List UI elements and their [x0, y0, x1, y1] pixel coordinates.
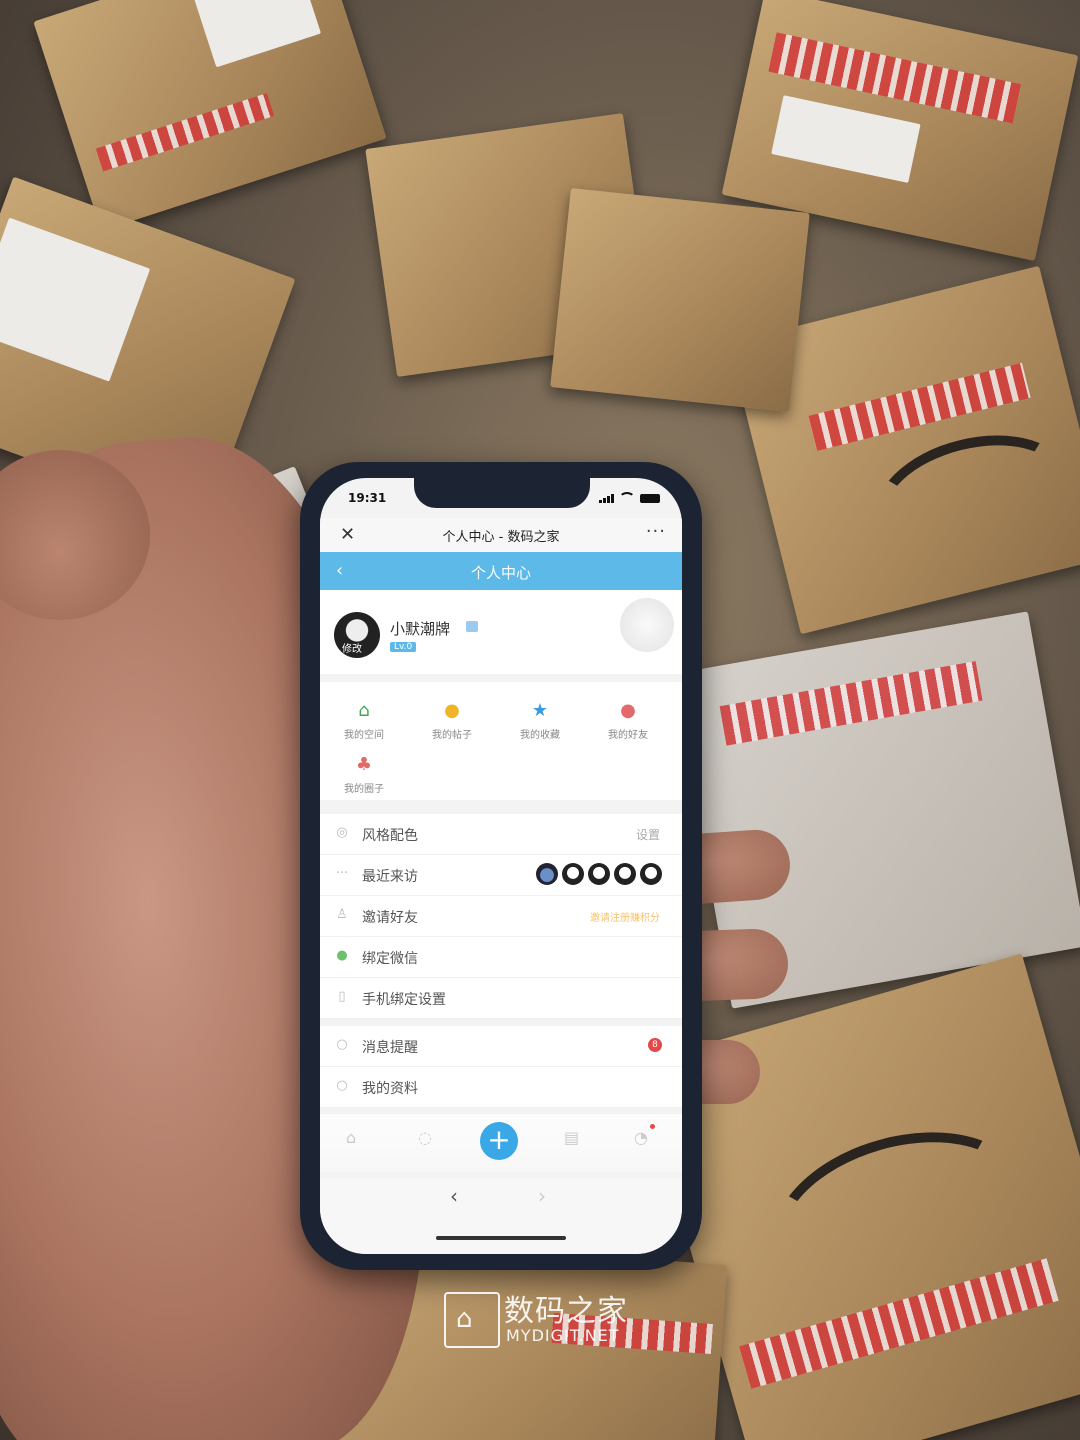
grid-item-posts[interactable]: ● 我的帖子 [408, 700, 496, 741]
list-item-profile[interactable]: ○ 我的资料 [320, 1067, 682, 1108]
list-item-theme[interactable]: ◎ 风格配色 设置 [320, 814, 682, 855]
tab-forum-icon[interactable]: ◌ [418, 1128, 432, 1147]
vip-icon [466, 621, 478, 632]
palette-icon: ◎ [336, 825, 348, 840]
battery-icon [640, 494, 660, 503]
wechat-nav-bar: ✕ 个人中心 - 数码之家 ··· [320, 518, 682, 552]
post-button[interactable]: + [480, 1122, 518, 1160]
chat-icon: ● [444, 700, 460, 721]
bell-icon: ○ [336, 1037, 348, 1052]
page-header: ‹ 个人中心 [320, 552, 682, 590]
profile-icon: ○ [336, 1078, 348, 1093]
home-icon: ⌂ [358, 700, 370, 721]
parcel-box [550, 188, 810, 412]
invite-hint: 邀请注册赚积分 [590, 913, 660, 924]
wechat-title: 个人中心 - 数码之家 [442, 530, 560, 545]
list-item-wechat[interactable]: ● 绑定微信 [320, 937, 682, 978]
tab-me-icon[interactable]: ◔ [634, 1128, 648, 1147]
watermark-en: MYDIGIT.NET [506, 1326, 620, 1345]
grid-label: 我的收藏 [520, 730, 560, 741]
list-item-visitors[interactable]: ··· 最近来访 [320, 855, 682, 896]
avatar[interactable] [614, 863, 636, 885]
wechat-icon: ● [336, 948, 348, 963]
list-label: 最近来访 [362, 869, 418, 885]
browser-forward-icon[interactable]: › [538, 1184, 546, 1208]
avatar[interactable] [536, 863, 558, 885]
username: 小默潮牌 [390, 620, 451, 638]
shortcut-grid: ⌂ 我的空间 ● 我的帖子 ★ 我的收藏 ● 我的好友 ♣ 我的圈子 [320, 682, 682, 800]
list-label: 风格配色 [362, 828, 418, 844]
avatar[interactable] [640, 863, 662, 885]
more-icon[interactable]: ··· [646, 521, 666, 542]
visitor-avatars [536, 863, 662, 885]
browser-back-icon[interactable]: ‹ [450, 1184, 458, 1208]
tab-badge-dot [650, 1124, 655, 1129]
grid-item-space[interactable]: ⌂ 我的空间 [320, 700, 408, 741]
group-icon: ♣ [355, 754, 373, 775]
grid-label: 我的空间 [344, 730, 384, 741]
browser-nav: ‹ › [320, 1178, 682, 1254]
list-label: 绑定微信 [362, 951, 418, 967]
grid-item-favorites[interactable]: ★ 我的收藏 [496, 700, 584, 741]
parcel-box [33, 0, 387, 231]
status-bar: 19:31 [320, 488, 682, 510]
list-label: 消息提醒 [362, 1040, 418, 1056]
list-item-notifications[interactable]: ○ 消息提醒 8 [320, 1026, 682, 1067]
signal-icon [599, 494, 614, 503]
grid-item-friends[interactable]: ● 我的好友 [584, 700, 672, 741]
list-item-invite[interactable]: ♙ 邀请好友 邀请注册赚积分 [320, 896, 682, 937]
watermark-logo-icon: ⌂ [444, 1292, 500, 1348]
level-badge: Lv.0 [390, 642, 417, 652]
settings-list-2: ○ 消息提醒 8 ○ 我的资料 [320, 1026, 682, 1108]
page-title: 个人中心 [470, 564, 531, 582]
user-icon: ♙ [336, 907, 348, 922]
watermark-cn: 数码之家 [504, 1294, 628, 1329]
grid-label: 我的好友 [608, 730, 648, 741]
wifi-icon [619, 492, 635, 505]
avatar[interactable] [588, 863, 610, 885]
visitor-icon: ··· [335, 866, 349, 881]
avatar-edit-label[interactable]: 修改 [342, 640, 362, 655]
list-value: 设置 [635, 828, 660, 842]
phone-screen: 19:31 ✕ 个人中心 - 数码之家 ··· ‹ 个人中心 修改 小默潮牌 L… [320, 478, 682, 1254]
list-label: 我的资料 [362, 1081, 418, 1097]
status-time: 19:31 [348, 491, 387, 505]
list-label: 手机绑定设置 [362, 992, 446, 1008]
grid-label: 我的圈子 [344, 784, 384, 795]
grid-item-circles[interactable]: ♣ 我的圈子 [320, 754, 408, 795]
friend-icon: ● [620, 700, 636, 721]
phone-icon: ▯ [338, 989, 346, 1004]
list-item-phone[interactable]: ▯ 手机绑定设置 [320, 978, 682, 1019]
tab-list-icon[interactable]: ▤ [564, 1128, 579, 1147]
settings-list: ◎ 风格配色 设置 ··· 最近来访 ♙ 邀请好友 邀请注册赚积分 ● 绑定微信 [320, 814, 682, 1019]
tab-home-icon[interactable]: ⌂ [346, 1128, 356, 1147]
settings-circle[interactable] [620, 598, 674, 652]
grid-label: 我的帖子 [432, 730, 472, 741]
tab-bar: ⌂ ◌ + ▤ ◔ [320, 1114, 682, 1172]
status-icons [599, 492, 660, 505]
avatar[interactable] [562, 863, 584, 885]
home-indicator[interactable] [436, 1236, 566, 1240]
notification-badge: 8 [648, 1038, 662, 1052]
star-icon: ★ [531, 700, 549, 721]
list-label: 邀请好友 [362, 910, 418, 926]
profile-card: 修改 小默潮牌 Lv.0 [320, 590, 682, 674]
watermark: ⌂ 数码之家 MYDIGIT.NET [444, 1290, 654, 1350]
